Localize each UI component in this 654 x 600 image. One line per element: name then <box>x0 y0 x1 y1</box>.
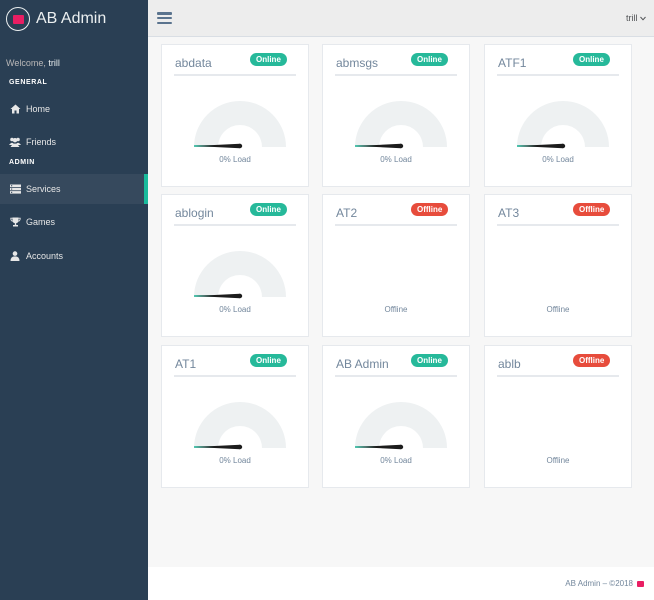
card-divider <box>335 375 457 377</box>
footer: AB Admin – ©2018 <box>148 567 654 600</box>
sidebar-item-label: Games <box>26 217 56 227</box>
brand[interactable]: AB Admin <box>0 0 148 38</box>
load-label: 0% Load <box>219 305 251 314</box>
service-card: ablb Offline Offline <box>484 345 632 488</box>
gauge-hub <box>237 143 243 149</box>
server-icon <box>9 184 21 194</box>
brand-logo-icon <box>637 580 644 587</box>
sidebar-item-home[interactable]: Home <box>0 94 148 124</box>
service-card: abdata Online 0% Load <box>161 44 309 187</box>
gauge-hub <box>398 143 404 149</box>
sidebar-item-games[interactable]: Games <box>0 207 148 237</box>
service-card: AT2 Offline Offline <box>322 194 470 337</box>
load-label: 0% Load <box>380 456 412 465</box>
user-icon <box>9 251 21 261</box>
card-divider <box>174 375 296 377</box>
service-card: abmsgs Online 0% Load <box>322 44 470 187</box>
load-gauge <box>355 402 447 450</box>
status-badge: Online <box>573 53 610 66</box>
gauge-track <box>194 402 286 448</box>
status-badge: Online <box>250 203 287 216</box>
trophy-icon <box>9 217 21 227</box>
card-divider <box>174 74 296 76</box>
footer-copyright: AB Admin – ©2018 <box>565 579 633 588</box>
service-card: AB Admin Online 0% Load <box>322 345 470 488</box>
service-name: AB Admin <box>336 357 389 371</box>
load-gauge <box>194 101 286 149</box>
footer-text: AB Admin – ©2018 <box>565 579 644 588</box>
offline-label: Offline <box>546 456 570 465</box>
card-divider <box>497 224 619 226</box>
gauge-hub <box>398 444 404 450</box>
load-gauge <box>194 402 286 450</box>
gauge-hub <box>237 293 243 299</box>
welcome-user: trill <box>48 58 60 68</box>
sidebar-item-label: Services <box>26 184 61 194</box>
gauge-hub <box>560 143 566 149</box>
sidebar-item-label: Home <box>26 104 51 114</box>
load-label: 0% Load <box>542 155 574 164</box>
service-name: AT3 <box>498 206 520 220</box>
welcome-text: Welcome, trill <box>6 58 60 68</box>
sidebar-item-friends[interactable]: Friends <box>0 127 148 157</box>
offline-label: Offline <box>384 305 408 314</box>
welcome-prefix: Welcome, <box>6 58 46 68</box>
service-name: ATF1 <box>498 56 527 70</box>
card-divider <box>497 74 619 76</box>
brand-logo-icon <box>6 7 30 31</box>
card-divider <box>174 224 296 226</box>
service-name: AT1 <box>175 357 197 371</box>
menu-toggle-icon[interactable] <box>157 12 172 24</box>
status-badge: Online <box>411 53 448 66</box>
load-label: 0% Load <box>380 155 412 164</box>
gauge-track <box>517 101 609 147</box>
load-gauge <box>517 101 609 149</box>
user-menu-name: trill <box>625 13 638 23</box>
gauge-track <box>194 251 286 297</box>
card-divider <box>335 74 457 76</box>
gauge-track <box>355 101 447 147</box>
load-label: 0% Load <box>219 456 251 465</box>
load-label: 0% Load <box>219 155 251 164</box>
service-name: abmsgs <box>336 56 379 70</box>
users-icon <box>9 137 21 147</box>
gauge-hub <box>237 444 243 450</box>
gauge-track <box>194 101 286 147</box>
status-badge: Offline <box>411 203 449 216</box>
load-gauge <box>355 101 447 149</box>
status-badge: Offline <box>573 203 611 216</box>
sidebar-item-label: Accounts <box>26 251 64 261</box>
service-card: AT1 Online 0% Load <box>161 345 309 488</box>
status-badge: Online <box>250 354 287 367</box>
chevron-down-icon <box>640 13 646 23</box>
sidebar-item-label: Friends <box>26 137 57 147</box>
service-card: ablogin Online 0% Load <box>161 194 309 337</box>
service-name: AT2 <box>336 206 358 220</box>
service-card: ATF1 Online 0% Load <box>484 44 632 187</box>
status-badge: Online <box>250 53 287 66</box>
sidebar: AB Admin Welcome, trill GENERAL Home Fri… <box>0 0 148 600</box>
offline-label: Offline <box>546 305 570 314</box>
service-card: AT3 Offline Offline <box>484 194 632 337</box>
status-badge: Offline <box>573 354 611 367</box>
section-title-general: GENERAL <box>9 79 48 86</box>
brand-title: AB Admin <box>36 10 107 27</box>
sidebar-item-services[interactable]: Services <box>0 174 148 204</box>
user-menu[interactable]: trill <box>626 13 646 23</box>
service-name: ablb <box>498 357 521 371</box>
home-icon <box>9 104 21 114</box>
status-badge: Online <box>411 354 448 367</box>
section-title-admin: ADMIN <box>9 159 35 166</box>
card-divider <box>335 224 457 226</box>
card-divider <box>497 375 619 377</box>
sidebar-item-accounts[interactable]: Accounts <box>0 241 148 271</box>
gauge-track <box>355 402 447 448</box>
load-gauge <box>194 251 286 299</box>
service-name: abdata <box>175 56 212 70</box>
service-name: ablogin <box>175 206 214 220</box>
top-nav: trill <box>148 0 654 37</box>
